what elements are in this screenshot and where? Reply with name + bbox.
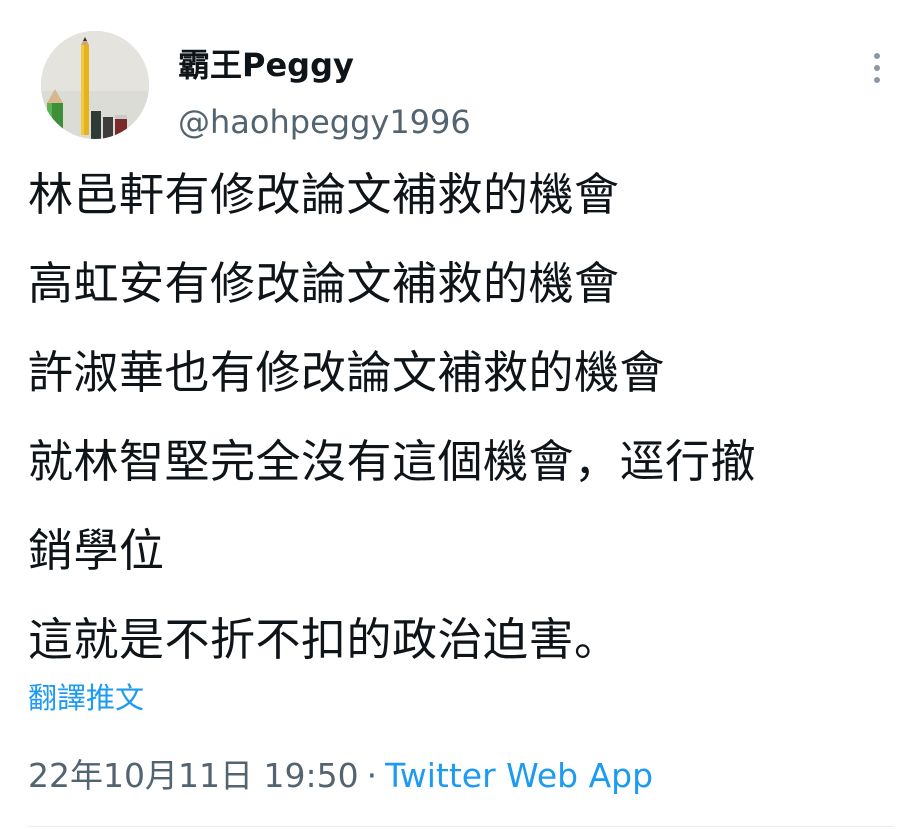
tweet-line: 高虹安有修改論文補救的機會	[28, 257, 620, 310]
tweet-line: 就林智堅完全沒有這個機會，逕行撤	[28, 435, 757, 488]
source-link[interactable]: Twitter Web App	[385, 756, 653, 795]
user-handle[interactable]: @haohpeggy1996	[178, 99, 471, 145]
tweet-card: 霸王Peggy @haohpeggy1996 林邑軒有修改論文補救的機會 高虹安…	[0, 0, 922, 829]
display-name[interactable]: 霸王Peggy	[178, 42, 354, 88]
more-options-button[interactable]	[858, 46, 896, 90]
tweet-text: 林邑軒有修改論文補救的機會 高虹安有修改論文補救的機會 許淑華也有修改論文補救的…	[28, 150, 908, 684]
more-vertical-icon-dot	[874, 77, 880, 83]
more-vertical-icon-dot	[874, 65, 880, 71]
tweet-line: 林邑軒有修改論文補救的機會	[28, 168, 620, 221]
divider	[28, 826, 894, 827]
tweet-line: 銷學位	[28, 524, 165, 577]
pencils-avatar-icon	[41, 31, 149, 139]
tweet-line: 許淑華也有修改論文補救的機會	[28, 346, 666, 399]
more-vertical-icon	[874, 53, 880, 59]
meta-separator: ·	[366, 756, 378, 795]
avatar[interactable]	[41, 31, 149, 139]
translate-tweet-link[interactable]: 翻譯推文	[28, 677, 144, 719]
tweet-meta: 22年10月11日 19:50 · Twitter Web App	[28, 753, 653, 799]
timestamp[interactable]: 22年10月11日 19:50	[28, 756, 359, 795]
tweet-line: 這就是不折不扣的政治迫害。	[28, 613, 620, 666]
